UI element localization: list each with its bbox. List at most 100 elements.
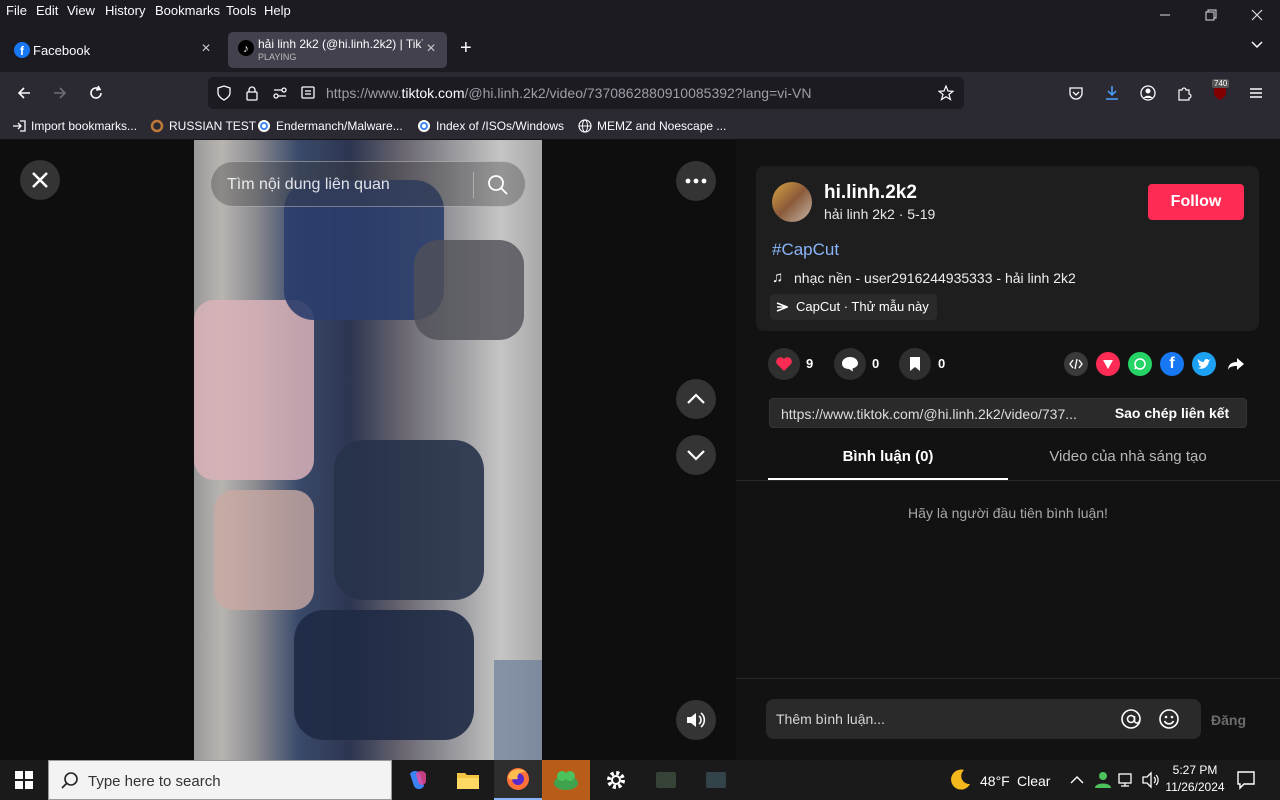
tab-facebook[interactable]: f Facebook × <box>4 32 222 68</box>
music-note-icon: ♫ <box>772 269 784 286</box>
comment-button[interactable] <box>834 348 866 380</box>
bookmark-endermanch[interactable]: Endermanch/Malware... <box>257 119 403 133</box>
menu-tools[interactable]: Tools <box>226 3 256 18</box>
menu-edit[interactable]: Edit <box>36 3 58 18</box>
comment-placeholder: Thêm bình luận... <box>776 711 885 727</box>
menu-help[interactable]: Help <box>264 3 291 18</box>
capcut-icon <box>776 302 788 312</box>
app-menu-button[interactable] <box>1242 79 1270 107</box>
ublock-button[interactable]: 740 <box>1206 79 1234 107</box>
volume-button[interactable] <box>676 700 716 740</box>
follow-button[interactable]: Follow <box>1148 184 1244 220</box>
tray-user-icon-button[interactable] <box>1094 771 1112 794</box>
bookmark-index-isos[interactable]: Index of /ISOs/Windows <box>417 119 564 133</box>
bookmark-label: Index of /ISOs/Windows <box>436 119 565 133</box>
music-link[interactable]: nhạc nền - user2916244935333 - hải linh … <box>794 270 1076 286</box>
url-path: /@hi.linh.2k2/video/7370862880910085392?… <box>464 85 812 101</box>
weather-desc: Clear <box>1017 773 1051 789</box>
import-icon <box>13 120 26 132</box>
previous-video-button[interactable] <box>676 379 716 419</box>
show-hidden-icons-button[interactable] <box>1070 772 1086 788</box>
video-search-box[interactable]: Tìm nội dung liên quan <box>210 161 526 207</box>
pocket-button[interactable] <box>1062 79 1090 107</box>
bookmark-russian-test[interactable]: RUSSIAN TEST <box>150 119 256 133</box>
tab-tiktok[interactable]: ♪ hải linh 2k2 (@hi.linh.2k2) | TikT PLA… <box>228 32 447 68</box>
hashtag-link[interactable]: #CapCut <box>772 240 839 260</box>
video-link-text[interactable]: https://www.tiktok.com/@hi.linh.2k2/vide… <box>781 406 1099 422</box>
downloads-button[interactable] <box>1098 79 1126 107</box>
taskbar-app-dim-1[interactable] <box>642 760 690 800</box>
app-icon <box>706 772 726 788</box>
mention-icon[interactable] <box>1120 708 1142 730</box>
bookmarks-toolbar: Import bookmarks... RUSSIAN TEST Enderma… <box>0 114 1280 140</box>
close-icon <box>1251 9 1263 21</box>
tab-creator-videos[interactable]: Video của nhà sáng tạo <box>1008 448 1248 480</box>
chevron-down-icon <box>1251 41 1263 49</box>
tray-volume-button[interactable] <box>1142 771 1160 794</box>
taskbar-firefox[interactable] <box>494 760 542 800</box>
weather-widget[interactable]: 48°F Clear <box>946 766 1056 794</box>
bookmark-star-icon[interactable] <box>938 85 954 101</box>
close-video-button[interactable] <box>20 160 60 200</box>
taskbar-copilot[interactable] <box>394 760 442 800</box>
facebook-share-button[interactable]: f <box>1160 352 1184 376</box>
menu-bookmarks[interactable]: Bookmarks <box>155 3 220 18</box>
forward-button[interactable] <box>46 79 74 107</box>
bookmark-import[interactable]: Import bookmarks... <box>12 119 137 133</box>
taskbar-file-explorer[interactable] <box>444 760 492 800</box>
download-icon <box>1106 86 1118 100</box>
whatsapp-share-button[interactable] <box>1128 352 1152 376</box>
taskbar-settings[interactable] <box>592 760 640 800</box>
copy-link-button[interactable]: Sao chép liên kết <box>1098 399 1246 427</box>
like-button[interactable] <box>768 348 800 380</box>
avatar[interactable] <box>772 182 812 222</box>
twitter-share-button[interactable] <box>1192 352 1216 376</box>
menu-view[interactable]: View <box>67 3 95 18</box>
author-username[interactable]: hi.linh.2k2 <box>824 182 917 204</box>
tab-close-icon[interactable]: × <box>423 41 439 57</box>
author-info-card: hi.linh.2k2 hải linh 2k2 · 5-19 Follow #… <box>756 166 1259 331</box>
puzzle-icon <box>1178 87 1192 101</box>
game-app-icon <box>554 771 578 790</box>
comment-input[interactable]: Thêm bình luận... <box>766 699 1201 739</box>
capcut-template-button[interactable]: CapCut · Thử mẫu này <box>770 294 937 320</box>
send-to-friends-button[interactable] <box>1096 352 1120 376</box>
url-bar[interactable]: https://www.tiktok.com/@hi.linh.2k2/vide… <box>208 77 964 109</box>
taskbar-search-box[interactable]: Type here to search <box>48 760 392 800</box>
more-share-button[interactable] <box>1224 352 1248 376</box>
tab-title: hải linh 2k2 (@hi.linh.2k2) | TikT <box>258 37 423 51</box>
extension-badge: 740 <box>1212 79 1230 88</box>
post-comment-button[interactable]: Đăng <box>1211 712 1246 728</box>
start-button[interactable] <box>0 760 48 800</box>
tray-network-button[interactable] <box>1118 771 1136 794</box>
save-button[interactable] <box>899 348 931 380</box>
url-text[interactable]: https://www.tiktok.com/@hi.linh.2k2/vide… <box>326 85 811 101</box>
menu-history[interactable]: History <box>105 3 145 18</box>
video-link-box: https://www.tiktok.com/@hi.linh.2k2/vide… <box>769 398 1247 428</box>
notifications-button[interactable] <box>1236 770 1256 795</box>
taskbar-app-dim-2[interactable] <box>692 760 740 800</box>
video-figure <box>194 300 314 480</box>
next-video-button[interactable] <box>676 435 716 475</box>
taskbar-clock[interactable]: 5:27 PM 11/26/2024 <box>1164 762 1226 798</box>
embed-button[interactable] <box>1064 352 1088 376</box>
taskbar-game-app[interactable] <box>542 760 590 800</box>
video-player[interactable]: Tìm nội dung liên quan <box>194 140 542 760</box>
emoji-icon[interactable] <box>1158 708 1180 730</box>
reload-button[interactable] <box>82 79 110 107</box>
minimize-icon <box>1160 14 1170 16</box>
new-tab-button[interactable]: + <box>460 37 480 61</box>
plus-icon: + <box>460 37 472 59</box>
tab-close-icon[interactable]: × <box>198 41 214 57</box>
list-all-tabs-button[interactable] <box>1250 38 1270 58</box>
bookmark-memz[interactable]: MEMZ and Noescape ... <box>578 119 726 133</box>
back-button[interactable] <box>10 79 38 107</box>
search-icon[interactable] <box>487 174 509 196</box>
menu-file[interactable]: File <box>6 3 27 18</box>
folder-icon <box>457 773 479 789</box>
account-button[interactable] <box>1134 79 1162 107</box>
more-options-button[interactable] <box>676 161 716 201</box>
extensions-button[interactable] <box>1170 79 1198 107</box>
tab-comments[interactable]: Bình luận (0) <box>768 448 1008 480</box>
copilot-icon <box>410 771 426 789</box>
